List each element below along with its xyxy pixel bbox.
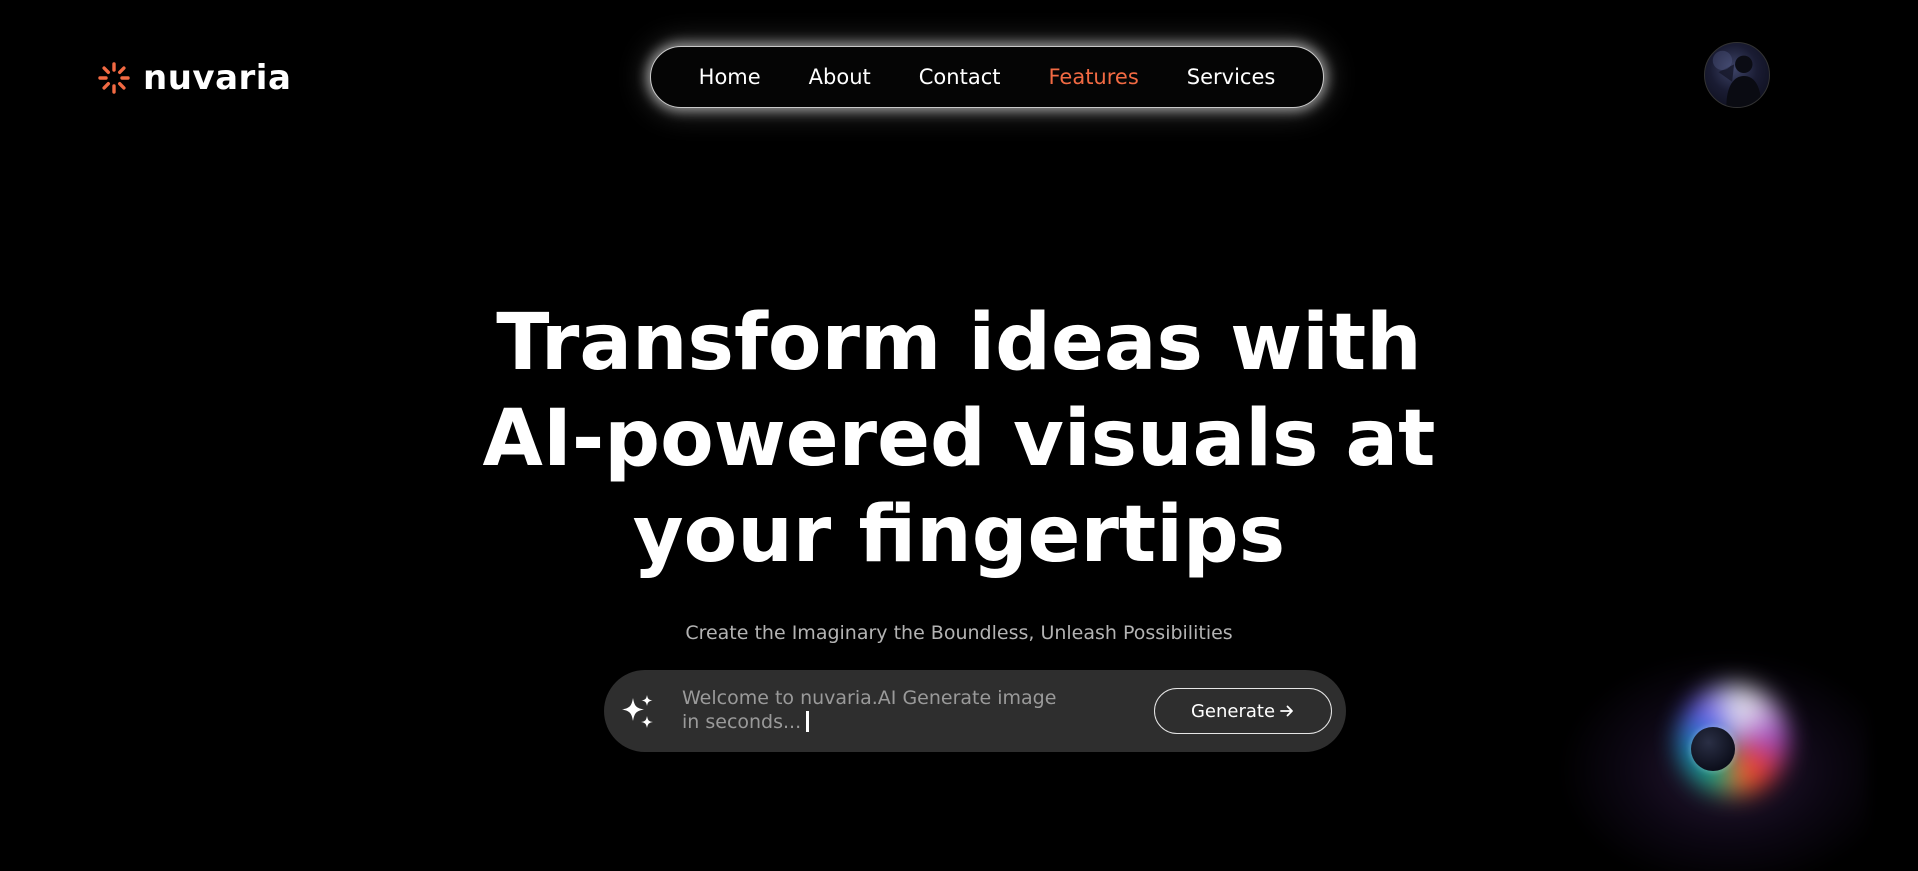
nav-item-contact[interactable]: Contact [895, 46, 1025, 108]
avatar-image [1712, 50, 1762, 107]
arrow-right-icon [1280, 705, 1293, 717]
sunburst-icon [98, 62, 130, 94]
prompt-bar: Welcome to nuvaria.AI Generate image in … [604, 670, 1346, 752]
nav-item-services[interactable]: Services [1163, 46, 1300, 108]
prompt-input[interactable]: Welcome to nuvaria.AI Generate image in … [682, 686, 1072, 734]
landing-page: nuvaria Home About Contact Features Serv… [0, 0, 1918, 871]
brand-name: nuvaria [143, 58, 292, 98]
nav-item-home[interactable]: Home [675, 46, 785, 108]
generate-button-label: Generate [1190, 700, 1276, 722]
nav-item-features[interactable]: Features [1024, 46, 1162, 108]
brand-logo[interactable]: nuvaria [97, 58, 291, 98]
generate-button[interactable]: Generate [1154, 688, 1332, 734]
orb-core [1691, 727, 1735, 771]
main-nav: Home About Contact Features Services [650, 46, 1324, 108]
user-avatar[interactable] [1704, 42, 1770, 108]
prompt-input-text: Welcome to nuvaria.AI Generate image in … [682, 687, 1057, 733]
text-caret [806, 711, 810, 732]
nav-item-about[interactable]: About [785, 46, 895, 108]
hero-title: Transform ideas with AI-powered visuals … [482, 298, 1436, 580]
sparkle-icon [622, 695, 653, 728]
hero-subtitle: Create the Imaginary the Boundless, Unle… [685, 622, 1233, 644]
